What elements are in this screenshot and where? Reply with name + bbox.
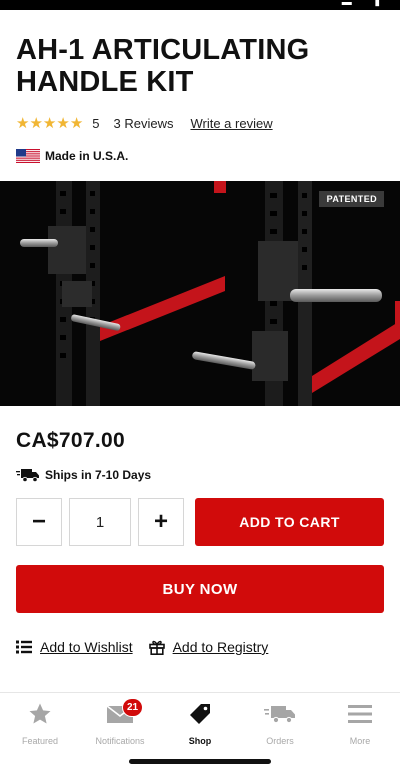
product-title: AH-1 ARTICULATING HANDLE KIT — [16, 34, 310, 98]
star-icon: ★ — [29, 114, 43, 132]
status-bar: ▬ ▮ — [0, 0, 400, 10]
tab-notifications[interactable]: 21 Notifications — [80, 698, 160, 747]
write-review-link[interactable]: Write a review — [190, 116, 272, 131]
quantity-decrement-button[interactable]: − — [16, 498, 62, 546]
star-icon: ★ — [69, 114, 84, 132]
tab-label: Notifications — [95, 736, 145, 746]
add-to-cart-button[interactable]: ADD TO CART — [195, 498, 384, 546]
product-image[interactable]: PATENTED — [0, 181, 400, 406]
tab-label: More — [349, 736, 371, 746]
star-rating[interactable]: ★ ★ ★ ★ ★ — [16, 116, 83, 131]
star-icon: ★ — [42, 114, 57, 132]
add-to-wishlist-link[interactable]: Add to Wishlist — [16, 639, 133, 655]
list-icon — [16, 640, 32, 654]
tab-label: Shop — [188, 736, 212, 746]
truck-icon — [16, 469, 39, 483]
quantity-increment-button[interactable]: + — [138, 498, 184, 546]
truck-icon — [264, 701, 296, 727]
us-flag-icon — [16, 149, 40, 163]
tab-label: Orders — [266, 736, 294, 746]
shipping-row: Ships in 7-10 Days — [16, 466, 151, 484]
home-indicator — [129, 759, 271, 764]
patented-badge: PATENTED — [318, 191, 384, 207]
tab-shop[interactable]: Shop — [160, 701, 240, 747]
mail-icon: 21 — [106, 698, 143, 727]
star-icon — [28, 701, 52, 727]
notification-badge: 21 — [122, 698, 143, 717]
tag-icon — [188, 701, 212, 727]
star-icon: ★ — [16, 114, 30, 132]
rating-row: ★ ★ ★ ★ ★ 5 3 Reviews Write a review — [16, 114, 273, 132]
registry-label: Add to Registry — [172, 639, 269, 655]
status-icons: ▬ ▮ — [341, 0, 390, 8]
quantity-input[interactable]: 1 — [69, 498, 131, 546]
product-photo — [0, 181, 400, 406]
reviews-count-link[interactable]: 3 Reviews — [114, 116, 174, 131]
star-icon: ★ — [56, 114, 70, 132]
menu-icon — [348, 701, 372, 727]
product-price: CA$707.00 — [16, 429, 125, 452]
add-to-registry-link[interactable]: Add to Registry — [148, 639, 269, 655]
secondary-actions: Add to Wishlist Add to Registry — [16, 638, 284, 656]
shipping-label: Ships in 7-10 Days — [45, 468, 152, 482]
origin-label: Made in U.S.A. — [45, 149, 129, 163]
origin-row: Made in U.S.A. — [16, 148, 128, 164]
tab-more[interactable]: More — [320, 701, 400, 747]
tab-featured[interactable]: Featured — [0, 701, 80, 747]
buy-now-button[interactable]: BUY NOW — [16, 565, 384, 613]
rating-value: 5 — [92, 115, 100, 131]
gift-icon — [148, 640, 165, 655]
tab-orders[interactable]: Orders — [240, 701, 320, 747]
wishlist-label: Add to Wishlist — [40, 639, 133, 655]
tab-label: Featured — [21, 736, 59, 746]
